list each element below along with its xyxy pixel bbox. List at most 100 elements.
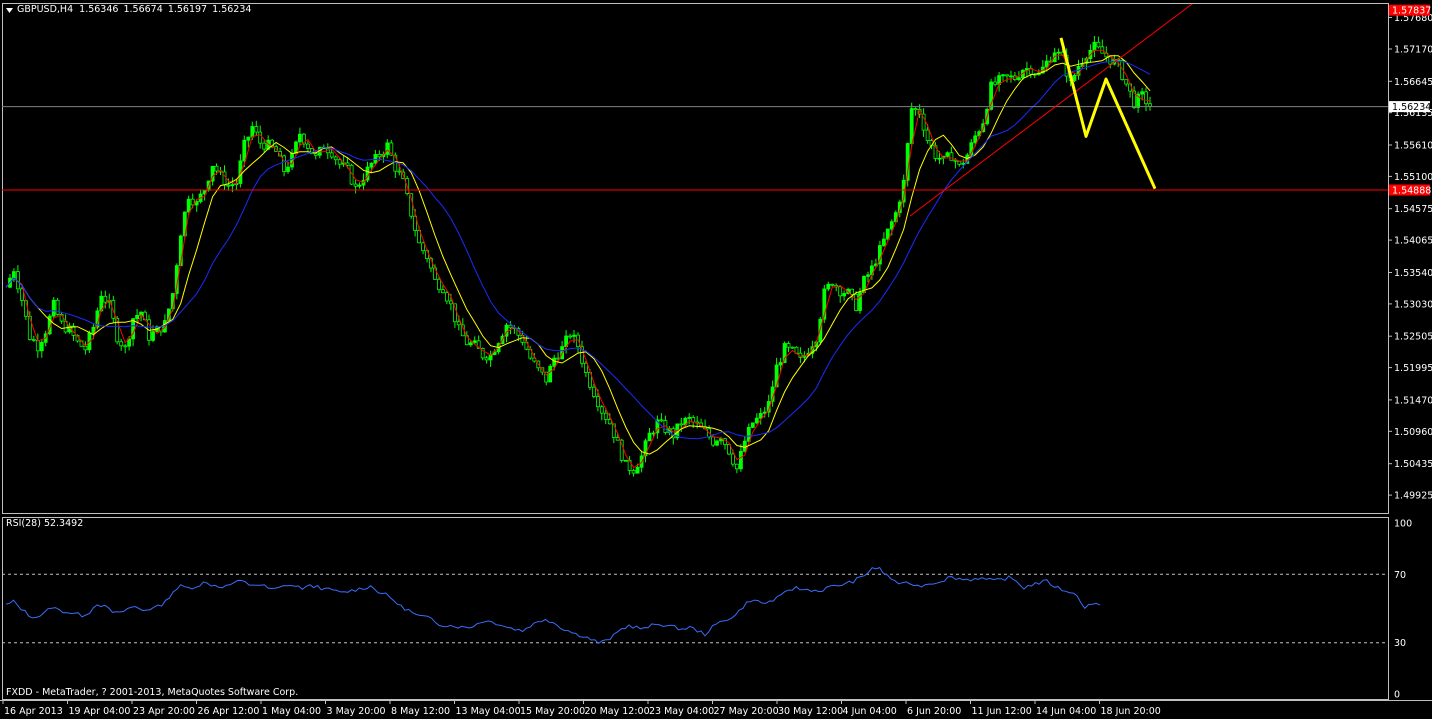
candle-body — [548, 365, 553, 383]
candle-body — [882, 238, 886, 246]
candle-body — [925, 129, 930, 142]
candle-body — [659, 419, 664, 422]
candle-body — [889, 221, 894, 230]
candle-body — [778, 362, 783, 366]
candle-body — [854, 293, 858, 311]
candle-body — [226, 184, 231, 187]
top-price-label: 1.57837 — [1392, 6, 1431, 17]
time-tick-label: 18 Jun 20:00 — [1101, 706, 1161, 717]
candle-body — [440, 289, 445, 294]
time-tick-label: 30 May 12:00 — [778, 706, 843, 717]
candle-body — [1017, 77, 1021, 80]
time-tick-label: 4 Jun 04:00 — [843, 706, 897, 717]
projection-zigzag — [1059, 37, 1157, 190]
high-value: 1.56674 — [123, 4, 163, 15]
candle-body — [572, 334, 576, 337]
candle-body — [254, 126, 259, 133]
candle-body — [444, 292, 449, 302]
price-axis: 1.576801.571701.566451.561351.556101.551… — [1388, 4, 1432, 502]
candle-body — [135, 314, 140, 319]
candle-body — [35, 340, 40, 352]
candle-body — [1092, 41, 1097, 51]
candle-body — [286, 166, 290, 172]
time-tick-label: 16 Apr 2013 — [4, 706, 63, 717]
candle-body — [754, 417, 759, 424]
candle-body — [711, 436, 715, 446]
candle-body — [1144, 91, 1148, 105]
time-tick-label: 3 May 20:00 — [327, 706, 386, 717]
candle-body — [1001, 74, 1005, 77]
candle-body — [337, 159, 342, 165]
rsi-label: RSI(28) 52.3492 — [6, 518, 84, 529]
copyright-label: FXDD - MetaTrader, ? 2001-2013, MetaQuot… — [6, 687, 298, 699]
candle-body — [786, 343, 791, 348]
candle-body — [186, 198, 191, 213]
candle-body — [258, 131, 263, 144]
candle-body — [961, 162, 966, 165]
rsi-tick-label: 0 — [1394, 690, 1400, 701]
candle-body — [468, 342, 473, 346]
candles-group — [8, 36, 1152, 477]
candle-body — [39, 341, 44, 352]
candle-body — [687, 416, 692, 419]
candle-body — [123, 345, 128, 348]
candle-body — [584, 362, 588, 373]
candle-body — [1072, 74, 1077, 81]
rsi-header: RSI(28) 52.3492 — [6, 518, 83, 530]
time-axis: 16 Apr 2013 19 Apr 04:00 23 Apr 20:00 26 Ap… — [2, 700, 1161, 717]
candle-body — [599, 406, 604, 414]
candle-body — [230, 184, 235, 187]
price-tick-label: 1.51470 — [1394, 395, 1432, 406]
price-tick-label: 1.50435 — [1394, 459, 1432, 470]
open-value: 1.56346 — [79, 4, 119, 15]
metatrader-chart-window[interactable]: 1.57680 1.57170 1.56645 1.56135 1.55610 1.551… — [0, 0, 1432, 719]
candle-body — [957, 160, 962, 165]
candle-body — [131, 318, 136, 340]
candle-body — [1009, 75, 1013, 78]
price-tick-label: 1.53540 — [1394, 268, 1432, 279]
price-pane-frame — [2, 3, 1389, 514]
close-value: 1.56234 — [212, 4, 252, 15]
symbol-label: GBPUSD,H4 — [17, 4, 74, 15]
candle-body — [826, 283, 831, 290]
price-tick-label: 1.51995 — [1394, 363, 1432, 374]
price-chart[interactable]: 1.576801.571701.566451.561351.556101.551… — [0, 0, 1432, 719]
moving-averages-group — [5, 49, 1151, 469]
candle-body — [55, 299, 60, 315]
time-tick-label: 15 May 20:00 — [520, 706, 585, 717]
time-tick-label: 27 May 20:00 — [714, 706, 779, 717]
candle-body — [735, 463, 739, 470]
candle-body — [993, 81, 997, 85]
time-tick-label: 13 May 04:00 — [456, 706, 521, 717]
candle-body — [635, 466, 640, 474]
price-tick-label: 1.54065 — [1394, 236, 1432, 247]
candle-body — [31, 338, 36, 341]
chart-menu-triangle-icon[interactable] — [6, 8, 13, 13]
copyright-text: FXDD - MetaTrader, ? 2001-2013, MetaQuot… — [6, 687, 299, 698]
candle-body — [353, 183, 358, 187]
time-tick-label: 8 May 12:00 — [391, 706, 450, 717]
candle-body — [731, 453, 735, 465]
candle-body — [1096, 41, 1101, 48]
candle-body — [568, 335, 572, 338]
rsi-line — [5, 566, 1101, 645]
candle-body — [1005, 74, 1009, 77]
candle-body — [91, 326, 96, 334]
candle-body — [1124, 79, 1129, 85]
time-tick-label: 20 May 12:00 — [585, 706, 650, 717]
candle-body — [842, 293, 846, 297]
candle-body — [552, 357, 557, 367]
moving-average-fast — [5, 49, 1151, 469]
candle-body — [437, 278, 441, 291]
candle-body — [11, 271, 16, 279]
candle-body — [1056, 51, 1061, 54]
price-tick-label: 1.53030 — [1394, 299, 1432, 310]
chart-header: GBPUSD,H4 1.56346 1.56674 1.56197 1.5623… — [17, 4, 251, 16]
candle-body — [377, 153, 382, 158]
candle-body — [1148, 103, 1152, 107]
candle-body — [51, 299, 56, 317]
moving-average-medium — [5, 55, 1151, 455]
candle-body — [313, 153, 318, 156]
candle-body — [913, 108, 918, 110]
candle-body — [385, 142, 390, 155]
